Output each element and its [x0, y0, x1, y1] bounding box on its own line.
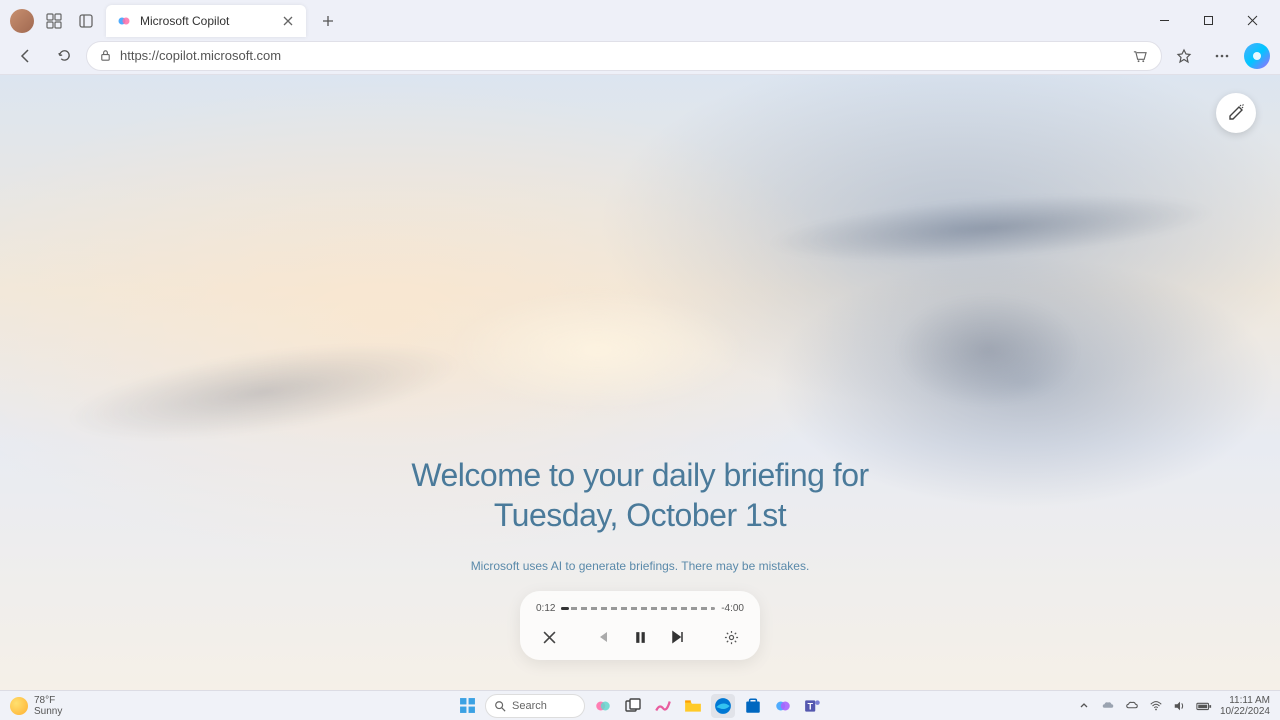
- tray-wifi-icon[interactable]: [1148, 698, 1164, 714]
- workspaces-icon[interactable]: [42, 9, 66, 33]
- progress-fill: [561, 607, 569, 610]
- maximize-button[interactable]: [1186, 5, 1230, 37]
- address-bar: https://copilot.microsoft.com: [0, 38, 1280, 74]
- weather-widget[interactable]: 78°F Sunny: [10, 695, 62, 717]
- tray-onedrive-icon[interactable]: [1100, 698, 1116, 714]
- previous-button[interactable]: [589, 624, 615, 650]
- pause-button[interactable]: [627, 624, 653, 650]
- back-button[interactable]: [10, 40, 42, 72]
- tray-battery-icon[interactable]: [1196, 698, 1212, 714]
- minimize-button[interactable]: [1142, 5, 1186, 37]
- search-placeholder: Search: [512, 700, 547, 712]
- tray-volume-icon[interactable]: [1172, 698, 1188, 714]
- copilot-favicon-icon: [116, 13, 132, 29]
- site-info-icon[interactable]: [99, 49, 112, 62]
- tab-close-button[interactable]: [280, 13, 296, 29]
- briefing-section: Welcome to your daily briefing for Tuesd…: [0, 455, 1280, 573]
- window-controls: [1142, 5, 1274, 37]
- weather-cond: Sunny: [34, 706, 62, 717]
- close-player-button[interactable]: [536, 624, 562, 650]
- taskbar-search[interactable]: Search: [485, 694, 585, 718]
- player-controls: [536, 624, 744, 650]
- elapsed-time: 0:12: [536, 603, 555, 614]
- sun-icon: [10, 697, 28, 715]
- shopping-icon[interactable]: [1129, 40, 1149, 72]
- progress-track[interactable]: [561, 607, 715, 610]
- tray-chevron-icon[interactable]: [1076, 698, 1092, 714]
- taskbar-app-store[interactable]: [741, 694, 765, 718]
- taskbar-app-explorer[interactable]: [681, 694, 705, 718]
- page-content: Welcome to your daily briefing for Tuesd…: [0, 75, 1280, 690]
- taskbar-app-copilot2[interactable]: [771, 694, 795, 718]
- refresh-button[interactable]: [48, 40, 80, 72]
- taskbar-app-copilot[interactable]: [591, 694, 615, 718]
- audio-player: 0:12 -4:00: [520, 591, 760, 660]
- favorites-button[interactable]: [1168, 40, 1200, 72]
- browser-tab[interactable]: Microsoft Copilot: [106, 5, 306, 37]
- next-button[interactable]: [665, 624, 691, 650]
- tab-title: Microsoft Copilot: [140, 14, 272, 28]
- player-settings-button[interactable]: [718, 624, 744, 650]
- taskbar-app-teams[interactable]: T: [801, 694, 825, 718]
- start-button[interactable]: [455, 694, 479, 718]
- briefing-title: Welcome to your daily briefing for Tuesd…: [0, 455, 1280, 535]
- progress-row: 0:12 -4:00: [536, 603, 744, 614]
- system-tray: 11:11 AM 10/22/2024: [1076, 695, 1270, 717]
- edit-button[interactable]: [1216, 93, 1256, 133]
- search-icon: [494, 700, 506, 712]
- date: 10/22/2024: [1220, 706, 1270, 717]
- taskbar-app-taskview[interactable]: [621, 694, 645, 718]
- svg-text:T: T: [807, 701, 813, 711]
- clock[interactable]: 11:11 AM 10/22/2024: [1220, 695, 1270, 717]
- copilot-sidebar-button[interactable]: [1244, 43, 1270, 69]
- url-box[interactable]: https://copilot.microsoft.com: [86, 41, 1162, 71]
- taskbar-app-whiteboard[interactable]: [651, 694, 675, 718]
- url-text: https://copilot.microsoft.com: [120, 48, 1121, 63]
- more-button[interactable]: [1206, 40, 1238, 72]
- briefing-disclaimer: Microsoft uses AI to generate briefings.…: [0, 559, 1280, 573]
- taskbar-app-edge[interactable]: [711, 694, 735, 718]
- close-window-button[interactable]: [1230, 5, 1274, 37]
- tray-cloud-icon[interactable]: [1124, 698, 1140, 714]
- taskbar: 78°F Sunny Search T 11:11 AM 10/22/2024: [0, 690, 1280, 720]
- profile-avatar[interactable]: [10, 9, 34, 33]
- new-tab-button[interactable]: [314, 7, 342, 35]
- tab-bar: Microsoft Copilot: [0, 0, 1280, 38]
- remaining-time: -4:00: [721, 603, 744, 614]
- time: 11:11 AM: [1220, 695, 1270, 706]
- taskbar-center: Search T: [455, 694, 825, 718]
- weather-temp: 78°F: [34, 695, 62, 706]
- tab-actions-icon[interactable]: [74, 9, 98, 33]
- browser-chrome: Microsoft Copilot https://copilot.micros…: [0, 0, 1280, 75]
